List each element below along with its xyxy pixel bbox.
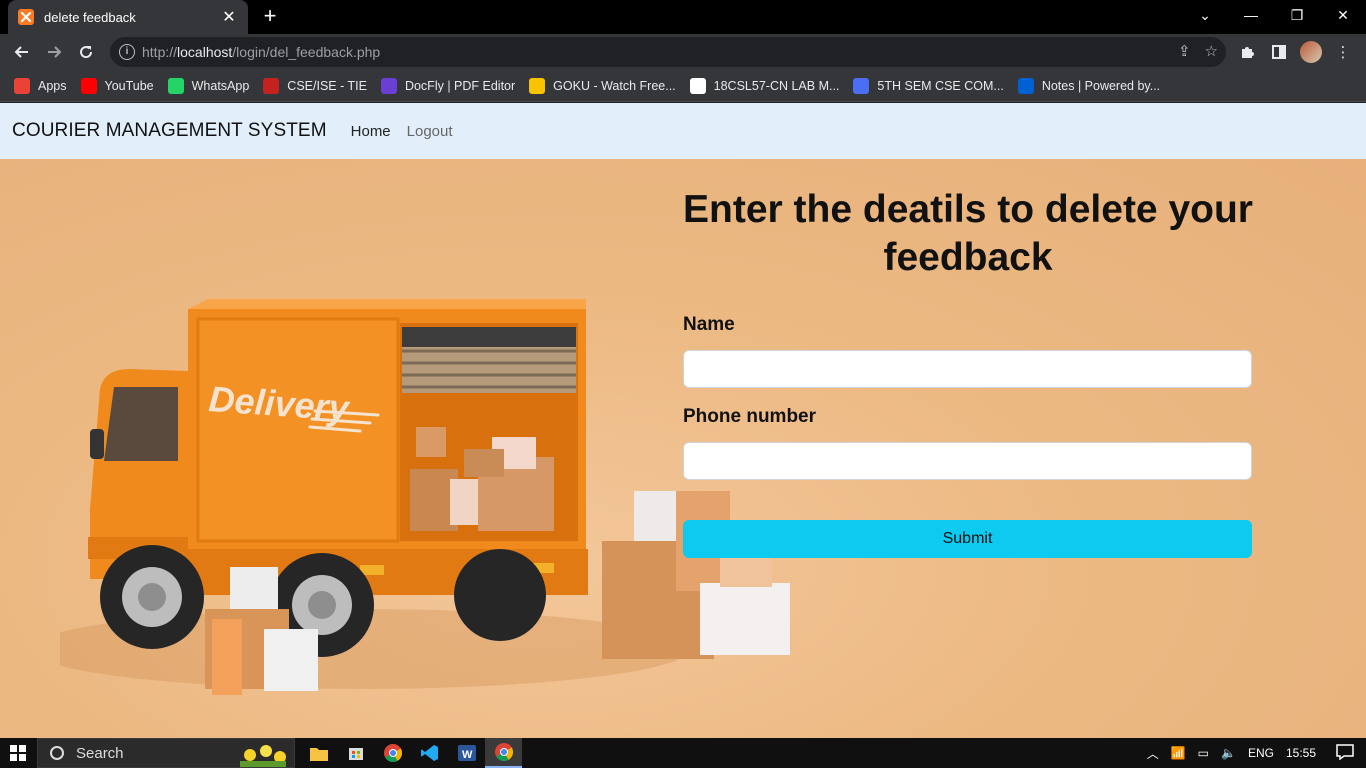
side-panel-icon[interactable]	[1268, 38, 1290, 66]
menu-kebab-icon[interactable]: ⋮	[1332, 38, 1354, 66]
close-window-button[interactable]: ✕	[1320, 0, 1366, 30]
phone-label: Phone number	[683, 406, 817, 427]
language-indicator[interactable]: ENG	[1248, 746, 1274, 760]
globe-icon	[689, 77, 706, 94]
back-icon[interactable]	[8, 38, 36, 66]
bookmark-label: Notes | Powered by...	[1041, 78, 1161, 93]
tab-search-icon[interactable]: ⌄	[1182, 0, 1228, 30]
apps-grid-icon	[14, 77, 30, 94]
site-brand[interactable]: COURIER MANAGEMENT SYSTEM	[12, 120, 327, 142]
bookmark-item[interactable]: DocFly | PDF Editor	[380, 77, 516, 94]
profile-avatar[interactable]	[1300, 41, 1322, 63]
goku-icon	[529, 77, 546, 94]
moon-icon	[853, 77, 870, 94]
browser-tab[interactable]: delete feedback ✕	[8, 0, 248, 34]
restore-button[interactable]: ❐	[1274, 0, 1320, 30]
nav-logout-link[interactable]: Logout	[407, 123, 453, 140]
name-label: Name	[683, 314, 735, 335]
clock[interactable]: 15:55	[1286, 746, 1316, 760]
volume-icon[interactable]: 🔈	[1221, 746, 1236, 760]
name-input[interactable]	[683, 350, 1252, 388]
bookmark-item[interactable]: Notes | Powered by...	[1017, 77, 1161, 94]
xampp-icon	[18, 9, 34, 25]
chevron-up-icon[interactable]: ︿	[1147, 745, 1159, 762]
submit-button[interactable]: Submit	[683, 520, 1252, 558]
bookmark-item[interactable]: 18CSL57-CN LAB M...	[689, 77, 840, 94]
site-navbar: COURIER MANAGEMENT SYSTEM Home Logout	[0, 103, 1366, 159]
nav-home-link[interactable]: Home	[351, 123, 391, 140]
new-tab-button[interactable]: +	[258, 5, 282, 29]
windows-taskbar: Search W ︿ 📶 ▭ 🔈 ENG 15:55	[0, 738, 1366, 768]
box-icon	[1017, 77, 1034, 94]
bookmark-item[interactable]: WhatsApp	[167, 77, 250, 94]
tab-title: delete feedback	[44, 9, 136, 25]
site-info-icon[interactable]: i	[119, 44, 135, 60]
hero-section: Delivery Enter the deatils to delete you…	[0, 159, 1366, 738]
vscode-icon[interactable]	[411, 738, 448, 768]
window-controls: ⌄ — ❐ ✕	[1182, 0, 1366, 30]
share-icon[interactable]: ⇪	[1178, 42, 1191, 60]
bookmark-item[interactable]: GOKU - Watch Free...	[529, 77, 676, 94]
system-tray: ︿ 📶 ▭ 🔈 ENG 15:55	[1147, 738, 1366, 768]
windows-start-icon[interactable]	[0, 738, 36, 768]
minimize-button[interactable]: —	[1228, 0, 1274, 30]
file-explorer-icon[interactable]	[300, 738, 337, 768]
pdf-icon	[263, 77, 280, 94]
url-text[interactable]: http://localhost/login/del_feedback.php	[142, 44, 380, 60]
bookmark-item[interactable]: CSE/ISE - TIE	[263, 77, 367, 94]
delete-feedback-form: Enter the deatils to delete your feedbac…	[683, 186, 1253, 558]
browser-tab-strip: delete feedback ✕ + ⌄ — ❐ ✕	[0, 0, 1366, 34]
wifi-icon[interactable]: 📶	[1171, 746, 1186, 760]
chrome-active-icon[interactable]	[485, 738, 522, 768]
taskbar-search-label: Search	[76, 744, 124, 762]
bookmark-label: 18CSL57-CN LAB M...	[713, 78, 840, 93]
reload-icon[interactable]	[72, 38, 100, 66]
bookmark-star-icon[interactable]: ☆	[1205, 42, 1218, 60]
search-icon	[50, 746, 64, 760]
word-icon[interactable]: W	[448, 738, 485, 768]
microsoft-store-icon[interactable]	[337, 738, 374, 768]
extensions-puzzle-icon[interactable]	[1236, 38, 1258, 66]
bookmark-label: DocFly | PDF Editor	[404, 78, 516, 93]
close-tab-icon[interactable]: ✕	[220, 7, 238, 27]
bookmark-label: WhatsApp	[191, 78, 250, 93]
phone-input[interactable]	[683, 442, 1252, 480]
bookmark-label: YouTube	[104, 78, 154, 93]
chrome-icon[interactable]	[374, 738, 411, 768]
forward-icon[interactable]	[40, 38, 68, 66]
bookmark-item[interactable]: YouTube	[80, 77, 154, 94]
form-heading: Enter the deatils to delete your feedbac…	[683, 188, 1253, 279]
svg-text:W: W	[462, 749, 473, 761]
bookmark-label: 5TH SEM CSE COM...	[877, 78, 1004, 93]
browser-toolbar: i http://localhost/login/del_feedback.ph…	[0, 34, 1366, 70]
bookmark-item[interactable]: Apps	[14, 77, 67, 94]
youtube-icon	[80, 77, 97, 94]
whatsapp-icon	[167, 77, 184, 94]
docfly-icon	[380, 77, 397, 94]
battery-icon[interactable]: ▭	[1198, 746, 1209, 760]
bookmark-item[interactable]: 5TH SEM CSE COM...	[853, 77, 1004, 94]
bookmark-label: Apps	[38, 78, 67, 93]
bookmark-label: GOKU - Watch Free...	[553, 78, 676, 93]
bookmark-label: CSE/ISE - TIE	[287, 78, 367, 93]
bookmarks-bar: Apps YouTube WhatsApp CSE/ISE - TIE DocFly |…	[0, 70, 1366, 102]
address-bar[interactable]: i http://localhost/login/del_feedback.ph…	[110, 37, 1226, 67]
search-highlight-image	[240, 745, 286, 767]
notification-icon[interactable]	[1336, 743, 1354, 763]
taskbar-search[interactable]: Search	[37, 738, 295, 768]
